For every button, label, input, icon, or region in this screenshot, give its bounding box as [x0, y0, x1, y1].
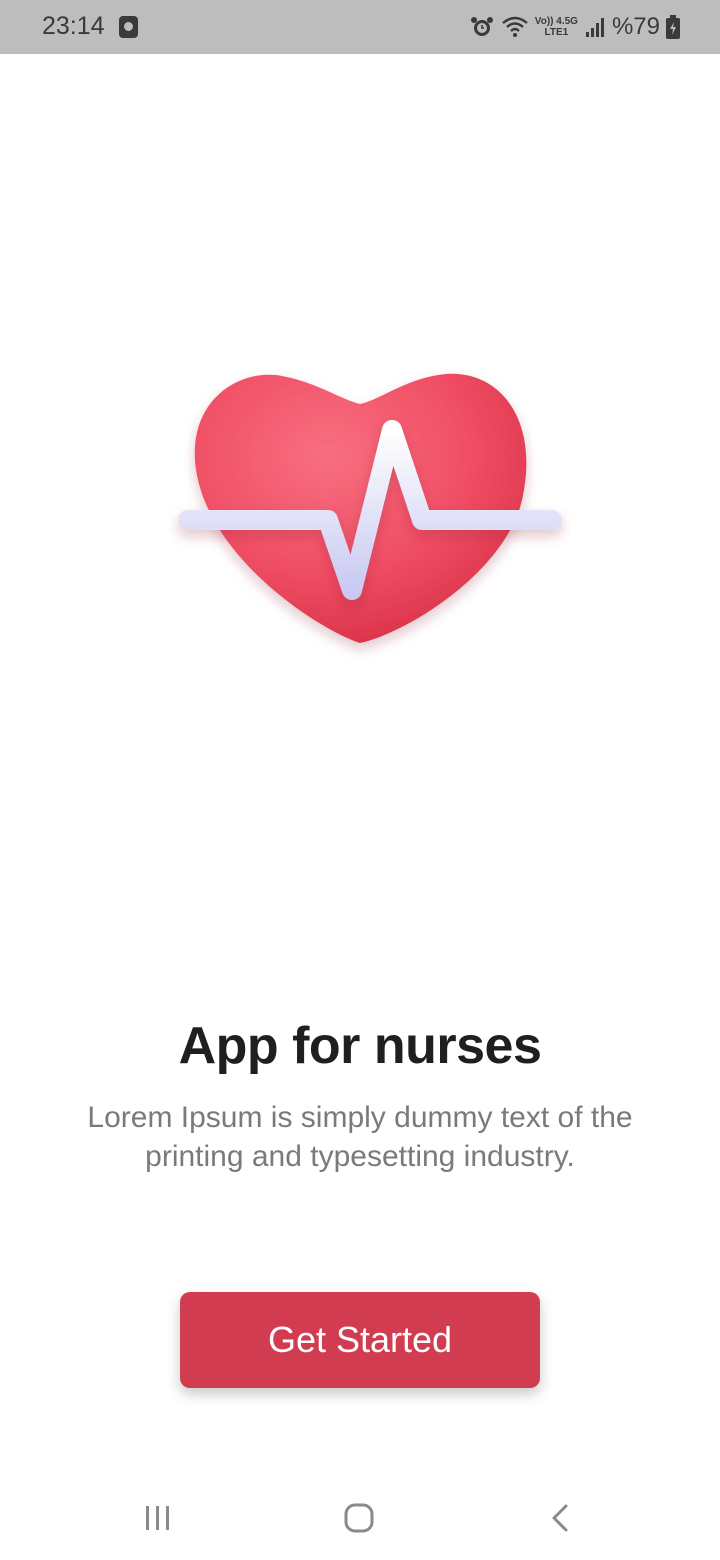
page-subtitle: Lorem Ipsum is simply dummy text of the …: [87, 1101, 633, 1173]
recents-icon[interactable]: [138, 1498, 178, 1538]
battery-icon: [666, 15, 680, 39]
system-nav-bar: [0, 1468, 720, 1560]
back-icon[interactable]: [540, 1498, 580, 1538]
status-icons: Vo)) 4.5G LTE1 %79: [469, 8, 680, 46]
heart-pulse-icon: [178, 373, 562, 643]
page-title: App for nurses: [178, 1017, 542, 1075]
network-type: Vo)) 4.5G: [534, 16, 578, 27]
battery-percentage: %79: [611, 13, 660, 40]
network-label: Vo)) 4.5G LTE1: [535, 16, 578, 38]
wifi-icon: [502, 16, 528, 37]
signal-icon: [585, 18, 604, 37]
get-started-button[interactable]: Get Started: [180, 1292, 540, 1388]
alarm-icon: [470, 17, 493, 36]
status-bar: 23:14 Vo)) 4.5G LTE1 %79: [0, 0, 720, 54]
status-time: 23:14: [42, 12, 105, 40]
network-sim: LTE1: [544, 27, 569, 38]
home-icon[interactable]: [338, 1498, 378, 1538]
media-icon: [119, 16, 138, 38]
